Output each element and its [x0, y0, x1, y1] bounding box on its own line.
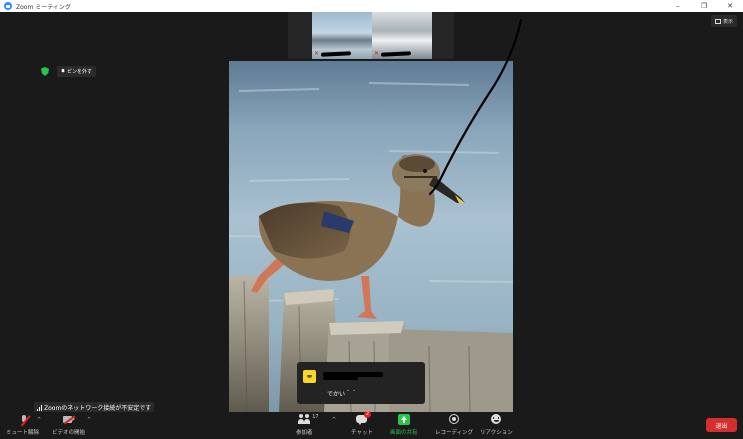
participants-button[interactable]: 17 参加者 — [296, 414, 319, 438]
record-icon — [448, 414, 460, 425]
pin-icon — [61, 69, 65, 74]
grid-icon — [714, 18, 721, 24]
chat-message: でかい＾＾ — [327, 391, 358, 398]
share-screen-button[interactable]: 画面の共有 — [390, 414, 418, 438]
window-controls: – ❐ ✕ — [665, 0, 743, 12]
zoom-meeting-window: Zoom ミーティング – ❐ ✕ 表示 ✕ ✕ ピンを外す でかい＾＾ Zoo… — [0, 0, 743, 439]
thumbnail-strip: ✕ ✕ — [288, 12, 454, 59]
avatar — [303, 370, 316, 383]
minimize-button[interactable]: – — [665, 0, 691, 12]
close-button[interactable]: ✕ — [717, 0, 743, 12]
mic-muted-icon: ✕ — [374, 50, 380, 57]
camera-off-icon — [62, 414, 75, 425]
chat-label: チャット — [351, 430, 373, 436]
leave-meeting-button[interactable]: 退出 — [706, 418, 737, 432]
window-title: Zoom ミーティング — [16, 3, 71, 11]
video-frame-image — [229, 61, 513, 412]
participants-options-chevron-icon[interactable]: ^ — [332, 417, 336, 423]
shield-icon[interactable] — [41, 67, 49, 76]
participant-count: 17 — [312, 414, 319, 420]
participant-thumbnail[interactable]: ✕ — [372, 12, 432, 59]
unpin-label: ピンを外す — [67, 69, 93, 75]
reactions-button[interactable]: リアクション — [480, 414, 513, 438]
unpin-button[interactable]: ピンを外す — [57, 66, 97, 77]
zoom-logo-icon — [4, 2, 12, 10]
record-label: レコーディング — [435, 430, 474, 436]
redacted-sender — [323, 377, 358, 380]
view-button[interactable]: 表示 — [710, 15, 737, 27]
emoji-smile-icon — [490, 414, 502, 425]
participants-label: 参加者 — [296, 430, 313, 436]
view-button-label: 表示 — [722, 18, 733, 25]
reactions-label: リアクション — [480, 430, 513, 436]
chat-icon: 2 — [355, 411, 371, 425]
participant-thumbnail[interactable]: ✕ — [312, 12, 372, 59]
audio-options-chevron-icon[interactable]: ^ — [37, 417, 41, 423]
chat-notification[interactable]: でかい＾＾ — [297, 362, 425, 404]
unmute-label: ミュート解除 — [6, 430, 40, 436]
record-button[interactable]: レコーディング — [435, 414, 473, 438]
chat-button[interactable]: 2 チャット — [351, 411, 373, 438]
title-bar: Zoom ミーティング – ❐ ✕ — [0, 0, 743, 12]
video-options-chevron-icon[interactable]: ^ — [87, 417, 91, 423]
main-video — [229, 61, 513, 412]
share-screen-icon — [397, 414, 410, 425]
maximize-button[interactable]: ❐ — [691, 0, 717, 12]
microphone-muted-icon — [17, 414, 30, 427]
network-warning-text: Zoomのネットワーク接続が不安定です — [44, 405, 152, 412]
start-video-button[interactable]: ビデオの開始 — [52, 414, 85, 438]
signal-bars-icon — [37, 404, 42, 411]
participants-icon: 17 — [298, 414, 319, 425]
chat-unread-badge: 2 — [363, 411, 371, 418]
unmute-button[interactable]: ミュート解除 — [6, 414, 39, 438]
start-video-label: ビデオの開始 — [52, 430, 86, 436]
meeting-toolbar: ミュート解除 ^ ビデオの開始 ^ 17 参加者 ^ 2 チャット 画面の共有 — [0, 411, 743, 439]
mic-muted-icon: ✕ — [314, 50, 320, 57]
share-screen-label: 画面の共有 — [390, 430, 418, 436]
